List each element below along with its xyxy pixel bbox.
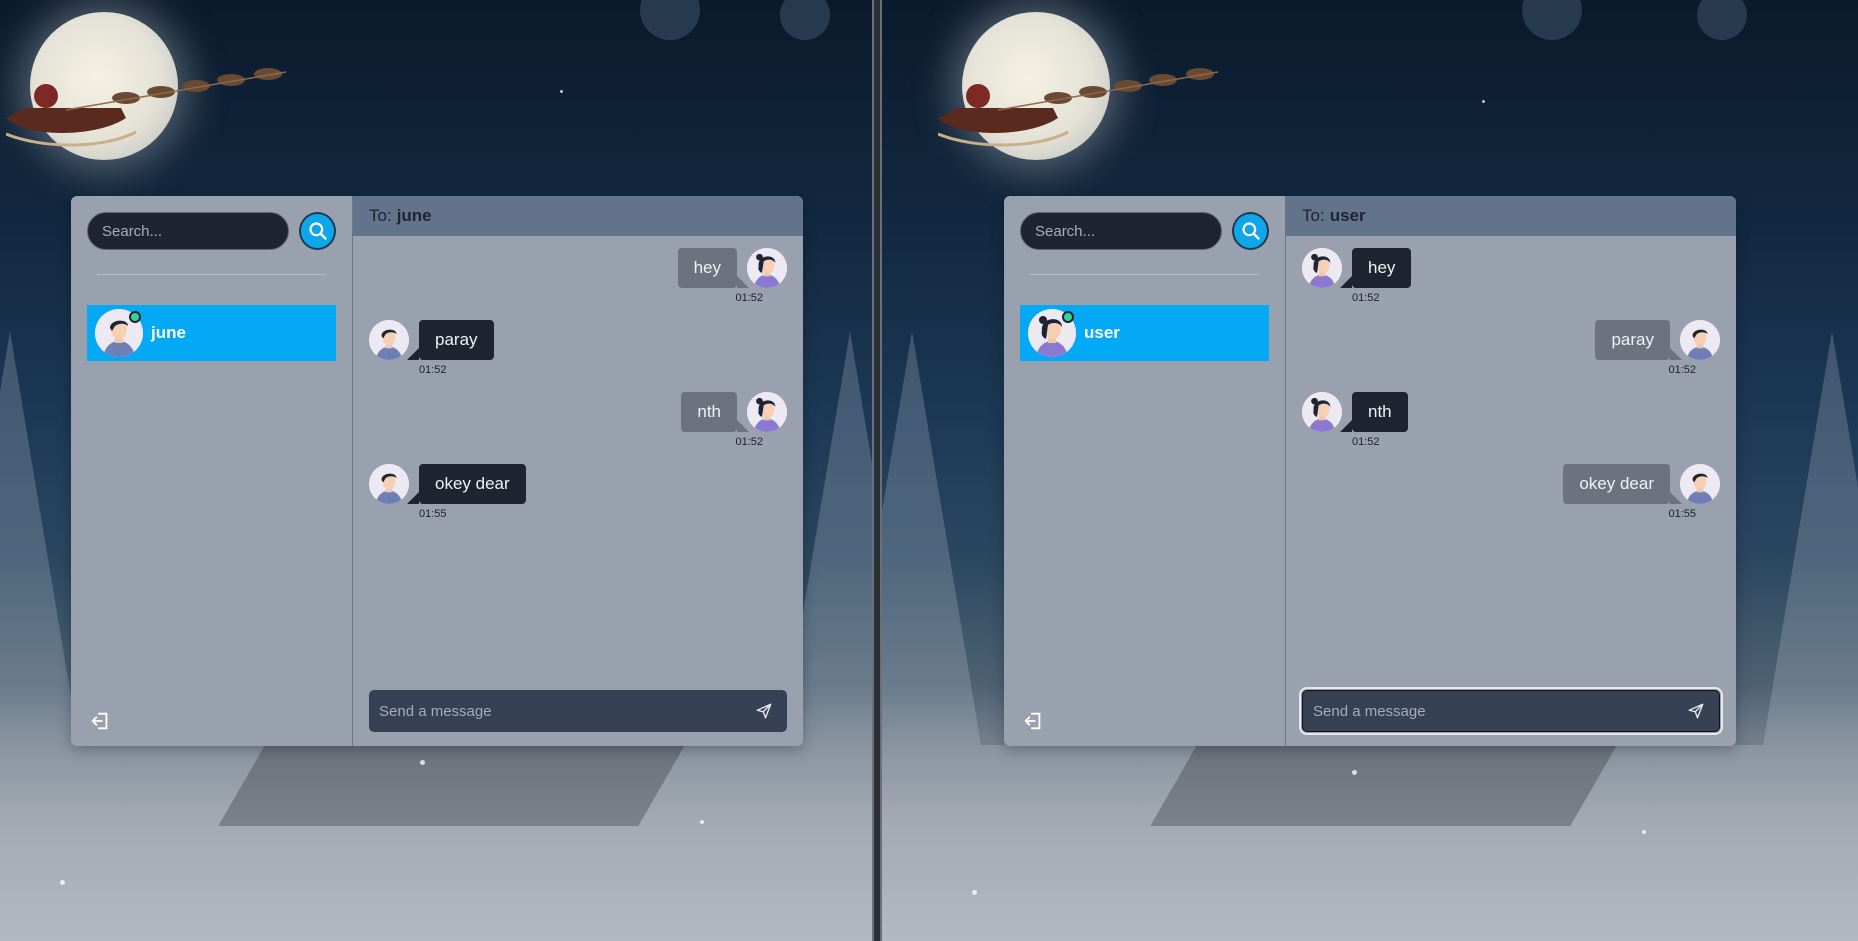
sidebar: user <box>1004 196 1286 746</box>
message-incoming: hey 01:52 <box>1302 248 1720 304</box>
message-time: 01:55 <box>419 508 447 520</box>
message-outgoing: nth 01:52 <box>369 392 787 448</box>
message-bubble: okey dear <box>1563 464 1682 504</box>
chat-header: To: user <box>1286 196 1736 236</box>
snowflake <box>1352 770 1357 775</box>
search-row <box>1020 212 1269 250</box>
bokeh-light <box>640 0 700 40</box>
search-input[interactable] <box>87 212 289 250</box>
sidebar: june <box>71 196 353 746</box>
avatar <box>1680 320 1720 360</box>
snowy-tree <box>882 331 982 751</box>
message-time: 01:55 <box>1668 508 1696 520</box>
message-time: 01:52 <box>735 436 763 448</box>
avatar <box>369 320 409 360</box>
divider <box>97 274 326 275</box>
bokeh-light <box>780 0 830 40</box>
contact-name: june <box>151 323 186 342</box>
message-outgoing: paray 01:52 <box>1302 320 1720 376</box>
bokeh-light <box>1697 0 1747 40</box>
search-button[interactable] <box>1232 212 1269 250</box>
snowy-tree <box>1762 331 1858 751</box>
search-input[interactable] <box>1020 212 1222 250</box>
header-prefix: To: <box>1302 206 1325 225</box>
divider <box>1030 274 1259 275</box>
avatar <box>1302 392 1342 432</box>
snowflake <box>700 820 704 824</box>
avatar <box>369 464 409 504</box>
online-status-dot <box>1062 311 1074 323</box>
search-icon <box>1241 222 1260 240</box>
message-composer <box>369 690 787 732</box>
snowy-tree <box>0 331 80 751</box>
snowflake <box>1642 830 1646 834</box>
message-time: 01:52 <box>1352 292 1380 304</box>
message-outgoing: okey dear 01:55 <box>1302 464 1720 520</box>
message-incoming: nth 01:52 <box>1302 392 1720 448</box>
header-recipient: user <box>1329 206 1366 225</box>
santa-sleigh-image <box>6 68 287 147</box>
browser-window-left: june To: june hey 01:52 paray <box>0 0 874 941</box>
send-button[interactable] <box>1683 698 1709 724</box>
santa-sleigh-image <box>938 68 1219 147</box>
send-button[interactable] <box>751 698 777 724</box>
snowflake <box>1482 100 1485 103</box>
send-icon <box>1688 703 1704 719</box>
send-icon <box>756 703 772 719</box>
message-list: hey 01:52 paray 01:52 nth 01:52 okey dea… <box>353 236 803 690</box>
message-time: 01:52 <box>1668 364 1696 376</box>
online-status-dot <box>129 311 141 323</box>
header-prefix: To: <box>369 206 392 225</box>
message-bubble: paray <box>407 320 494 360</box>
message-incoming: okey dear 01:55 <box>369 464 787 520</box>
snowflake <box>420 760 425 765</box>
message-outgoing: hey 01:52 <box>369 248 787 304</box>
contact-item-user[interactable]: user <box>1020 305 1269 361</box>
avatar <box>747 248 787 288</box>
avatar <box>1028 309 1076 357</box>
avatar <box>747 392 787 432</box>
message-bubble: paray <box>1595 320 1682 360</box>
contact-item-june[interactable]: june <box>87 305 336 361</box>
message-bubble: okey dear <box>407 464 526 504</box>
message-incoming: paray 01:52 <box>369 320 787 376</box>
message-input[interactable] <box>379 702 751 720</box>
search-button[interactable] <box>299 212 336 250</box>
bokeh-light <box>1522 0 1582 40</box>
message-bubble: hey <box>1339 248 1412 288</box>
message-time: 01:52 <box>735 292 763 304</box>
logout-icon[interactable] <box>89 710 111 732</box>
contact-name: user <box>1084 323 1120 342</box>
chat-app: user To: user hey 01:52 paray 01:52 <box>1004 196 1736 746</box>
chat-header: To: june <box>353 196 803 236</box>
chat-panel: To: user hey 01:52 paray 01:52 nth 01:52 <box>1286 196 1736 746</box>
message-bubble: nth <box>1340 392 1408 432</box>
chat-panel: To: june hey 01:52 paray 01:52 nth 01:52 <box>353 196 803 746</box>
message-composer <box>1299 687 1723 735</box>
snowflake <box>972 890 977 895</box>
chat-app: june To: june hey 01:52 paray <box>71 196 803 746</box>
snowflake <box>560 90 563 93</box>
avatar <box>1680 464 1720 504</box>
header-recipient: june <box>396 206 432 225</box>
message-bubble: nth <box>681 392 749 432</box>
logout-icon[interactable] <box>1022 710 1044 732</box>
message-list: hey 01:52 paray 01:52 nth 01:52 okey dea… <box>1286 236 1736 690</box>
message-time: 01:52 <box>1352 436 1380 448</box>
avatar <box>1302 248 1342 288</box>
message-time: 01:52 <box>419 364 447 376</box>
snowflake <box>60 880 65 885</box>
message-bubble: hey <box>677 248 750 288</box>
search-icon <box>308 222 327 240</box>
message-input[interactable] <box>1313 702 1683 720</box>
search-row <box>87 212 336 250</box>
browser-window-right: user To: user hey 01:52 paray 01:52 <box>880 0 1858 941</box>
avatar <box>95 309 143 357</box>
